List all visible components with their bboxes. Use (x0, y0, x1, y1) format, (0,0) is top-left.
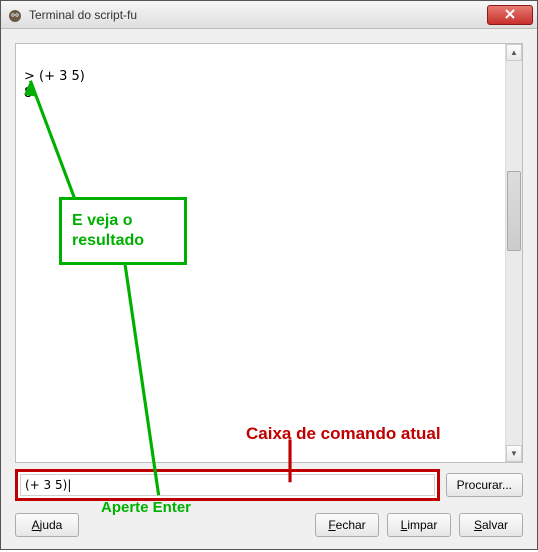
clear-button[interactable]: Limpar (387, 513, 451, 537)
close-icon (505, 8, 515, 22)
scroll-track[interactable] (506, 61, 522, 445)
dialog-button-row: Ajuda Fechar Limpar Salvar (15, 513, 523, 537)
gimp-app-icon (7, 7, 23, 23)
close-button[interactable]: Fechar (315, 513, 379, 537)
window-title: Terminal do script-fu (29, 8, 487, 22)
command-input-row: Procurar... (15, 469, 523, 501)
console-prompt-line: > (+ 3 5) (24, 69, 85, 84)
browse-button[interactable]: Procurar... (446, 473, 523, 497)
console-output-area: > (+ 3 5) 8 ▲ ▼ (15, 43, 523, 463)
window-close-button[interactable] (487, 5, 533, 25)
command-input[interactable] (20, 474, 435, 496)
command-input-highlight (15, 469, 440, 501)
console-text[interactable]: > (+ 3 5) 8 (16, 44, 505, 462)
scroll-up-arrow-icon[interactable]: ▲ (506, 44, 522, 61)
help-button[interactable]: Ajuda (15, 513, 79, 537)
script-fu-console-window: Terminal do script-fu > (+ 3 5) 8 ▲ ▼ (0, 0, 538, 550)
client-area: > (+ 3 5) 8 ▲ ▼ Procurar... Ajuda Fechar… (1, 29, 537, 549)
scroll-down-arrow-icon[interactable]: ▼ (506, 445, 522, 462)
vertical-scrollbar[interactable]: ▲ ▼ (505, 44, 522, 462)
titlebar: Terminal do script-fu (1, 1, 537, 29)
scroll-thumb[interactable] (507, 171, 521, 251)
console-result-line: 8 (24, 86, 32, 101)
save-button[interactable]: Salvar (459, 513, 523, 537)
spacer (87, 513, 307, 537)
